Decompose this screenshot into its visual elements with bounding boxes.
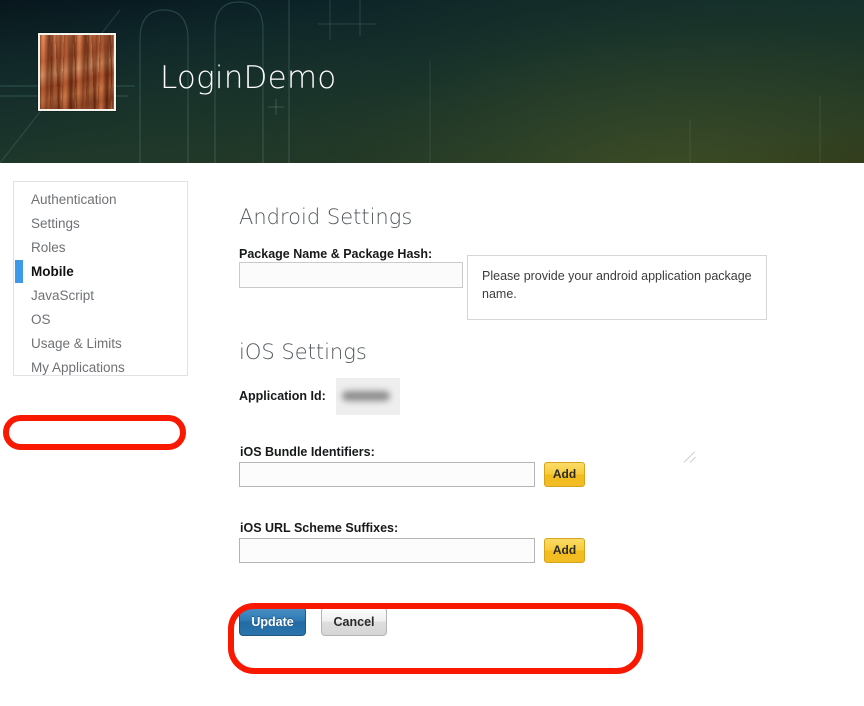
ios-url-scheme-suffixes-row: Add <box>239 538 585 563</box>
android-package-tooltip: Please provide your android application … <box>467 255 767 320</box>
android-settings-heading: Android Settings <box>239 205 413 229</box>
application-id-row: Application Id: <box>239 378 400 415</box>
active-indicator-bar <box>15 260 23 283</box>
sidebar-item-usage-and-limits[interactable]: Usage & Limits <box>14 332 187 356</box>
resize-grip-icon[interactable] <box>684 451 698 465</box>
sidebar-item-label: Settings <box>31 216 80 231</box>
ios-settings-heading: iOS Settings <box>239 340 367 364</box>
header-decorative-lines <box>0 0 821 163</box>
add-url-scheme-suffix-button[interactable]: Add <box>544 538 585 563</box>
ios-bundle-identifiers-row: Add <box>239 462 585 487</box>
sidebar-item-roles[interactable]: Roles <box>14 236 187 260</box>
sidebar-item-authentication[interactable]: Authentication <box>14 188 187 212</box>
sidebar-item-label: Usage & Limits <box>31 336 122 351</box>
cancel-button[interactable]: Cancel <box>321 607 387 636</box>
sidebar-item-os[interactable]: OS <box>14 308 187 332</box>
sidebar-item-my-applications[interactable]: My Applications <box>14 356 187 380</box>
sidebar-nav: Authentication Settings Roles Mobile Jav… <box>13 181 188 376</box>
sidebar-item-label: Roles <box>31 240 66 255</box>
sidebar-item-mobile[interactable]: Mobile <box>14 260 187 284</box>
content-area: Authentication Settings Roles Mobile Jav… <box>0 163 864 706</box>
sidebar-item-settings[interactable]: Settings <box>14 212 187 236</box>
add-bundle-identifier-button[interactable]: Add <box>544 462 585 487</box>
sidebar-item-javascript[interactable]: JavaScript <box>14 284 187 308</box>
application-id-label: Application Id: <box>239 389 326 404</box>
app-header-banner: LoginDemo <box>0 0 864 163</box>
package-name-input[interactable] <box>239 262 463 288</box>
sidebar-item-label: OS <box>31 312 51 327</box>
application-id-value <box>335 378 400 415</box>
redacted-value <box>341 391 390 401</box>
annotation-oval-mobile <box>3 415 186 450</box>
page-title: LoginDemo <box>160 60 337 96</box>
ios-url-scheme-suffixes-label: iOS URL Scheme Suffixes: <box>240 521 399 535</box>
ios-url-scheme-suffixes-input[interactable] <box>239 538 535 563</box>
update-button[interactable]: Update <box>239 607 306 636</box>
ios-bundle-identifiers-label: iOS Bundle Identifiers: <box>240 445 375 459</box>
app-logo-icon <box>38 33 116 111</box>
sidebar-item-label: My Applications <box>31 360 125 375</box>
ios-bundle-identifiers-input[interactable] <box>239 462 535 487</box>
sidebar-item-label: Authentication <box>31 192 117 207</box>
sidebar-item-label: Mobile <box>31 264 74 279</box>
package-name-label: Package Name & Package Hash: <box>239 247 433 261</box>
form-actions: Update Cancel <box>239 607 387 636</box>
sidebar-item-label: JavaScript <box>31 288 95 303</box>
